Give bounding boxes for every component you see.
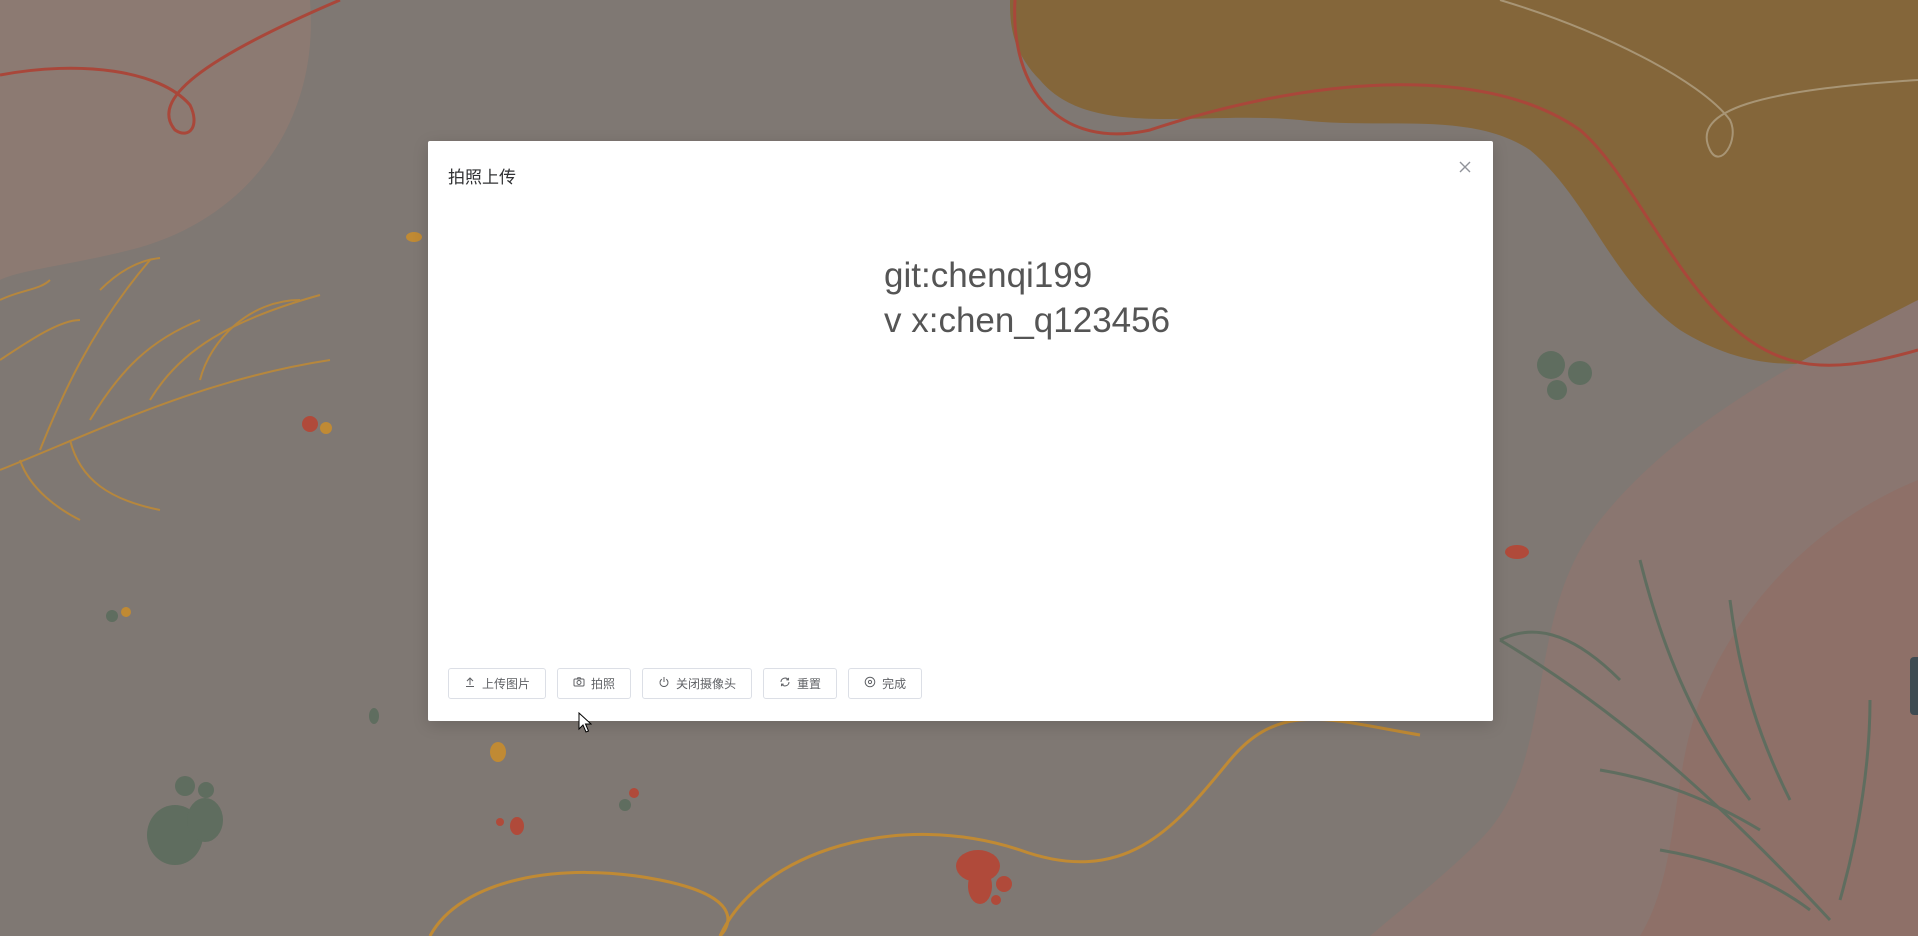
upload-image-label: 上传图片: [482, 677, 531, 691]
reset-button[interactable]: 重置: [763, 668, 838, 699]
camera-icon: [573, 676, 585, 691]
dialog-title: 拍照上传: [448, 168, 516, 188]
close-camera-button[interactable]: 关闭摄像头: [642, 668, 753, 699]
power-icon: [658, 676, 670, 691]
upload-icon: [464, 676, 476, 691]
upload-image-button[interactable]: 上传图片: [448, 668, 547, 699]
watermark-line-git: git:chenqi199: [884, 256, 1093, 295]
watermark-line-wechat: v x:chen_q123456: [884, 301, 1171, 340]
finish-button[interactable]: 完成: [848, 668, 923, 699]
finish-label: 完成: [882, 677, 907, 691]
take-photo-label: 拍照: [591, 677, 616, 691]
check-circle-icon: [864, 676, 876, 691]
dialog-actions: 上传图片 拍照 关闭摄像头 重置 完成: [448, 668, 923, 699]
photo-upload-dialog: 拍照上传 git:chenqi199 v x:chen_q123456 上传图片…: [428, 141, 1493, 721]
close-camera-label: 关闭摄像头: [676, 677, 737, 691]
take-photo-button[interactable]: 拍照: [557, 668, 632, 699]
close-icon[interactable]: [1455, 157, 1475, 177]
reset-label: 重置: [797, 677, 822, 691]
side-panel-handle[interactable]: [1910, 657, 1918, 715]
refresh-icon: [779, 676, 791, 691]
camera-preview-area: git:chenqi199 v x:chen_q123456: [884, 253, 1170, 343]
mouse-pointer-icon: [578, 712, 592, 733]
